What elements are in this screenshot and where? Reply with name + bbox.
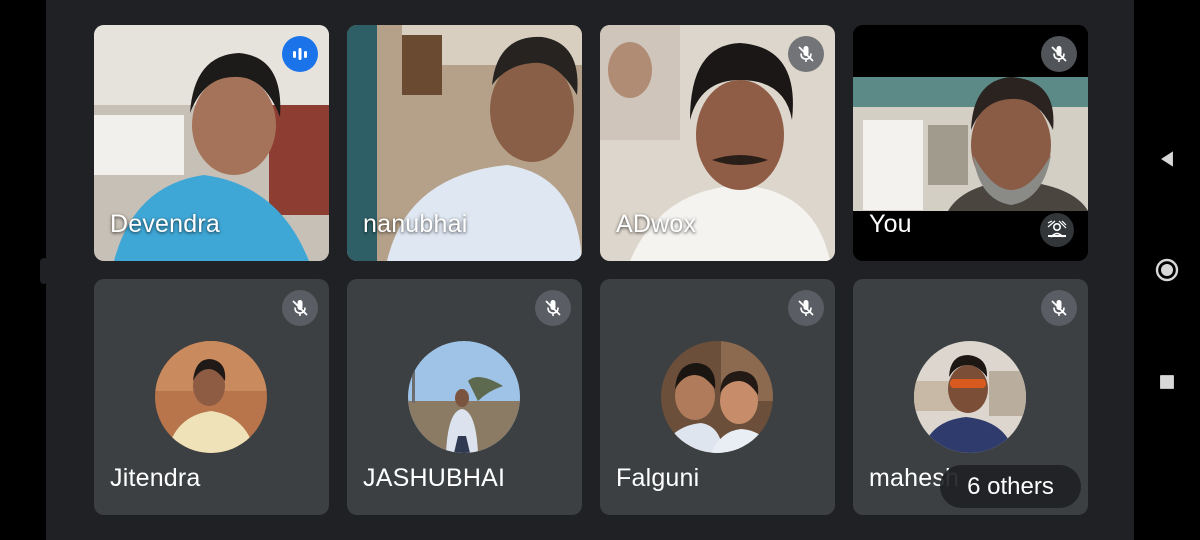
avatar xyxy=(408,341,520,453)
participant-name: Jitendra xyxy=(110,464,201,492)
participant-tile-jitendra[interactable]: Jitendra xyxy=(94,279,329,515)
mic-off-icon xyxy=(788,290,824,326)
system-navigation-bar xyxy=(1134,0,1200,540)
back-icon[interactable] xyxy=(1154,146,1180,172)
participant-name: ADwox xyxy=(616,210,697,238)
mic-off-icon xyxy=(1041,36,1077,72)
mic-off-icon xyxy=(1041,290,1077,326)
participant-name: Devendra xyxy=(110,210,220,238)
mic-off-icon xyxy=(282,290,318,326)
background-effects-icon[interactable] xyxy=(1040,213,1074,247)
others-button[interactable]: 6 others xyxy=(940,465,1081,508)
participant-tile-you[interactable]: You xyxy=(853,25,1088,261)
participant-tile-falguni[interactable]: Falguni xyxy=(600,279,835,515)
participant-tile-adwox[interactable]: ADwox xyxy=(600,25,835,261)
participant-tile-jashubhai[interactable]: JASHUBHAI xyxy=(347,279,582,515)
participant-name: nanubhai xyxy=(363,210,468,238)
avatar xyxy=(661,341,773,453)
mic-off-icon xyxy=(535,290,571,326)
participant-tile-devendra[interactable]: Devendra xyxy=(94,25,329,261)
participant-name: Falguni xyxy=(616,464,700,492)
screen-edge-notch xyxy=(40,258,48,284)
mic-off-icon xyxy=(788,36,824,72)
participant-name: You xyxy=(869,210,912,238)
avatar xyxy=(914,341,1026,453)
recents-icon[interactable] xyxy=(1154,369,1180,395)
participant-name: JASHUBHAI xyxy=(363,464,506,492)
participant-tile-nanubhai[interactable]: nanubhai xyxy=(347,25,582,261)
home-icon[interactable] xyxy=(1154,257,1180,283)
avatar xyxy=(155,341,267,453)
audio-level-icon xyxy=(282,36,318,72)
